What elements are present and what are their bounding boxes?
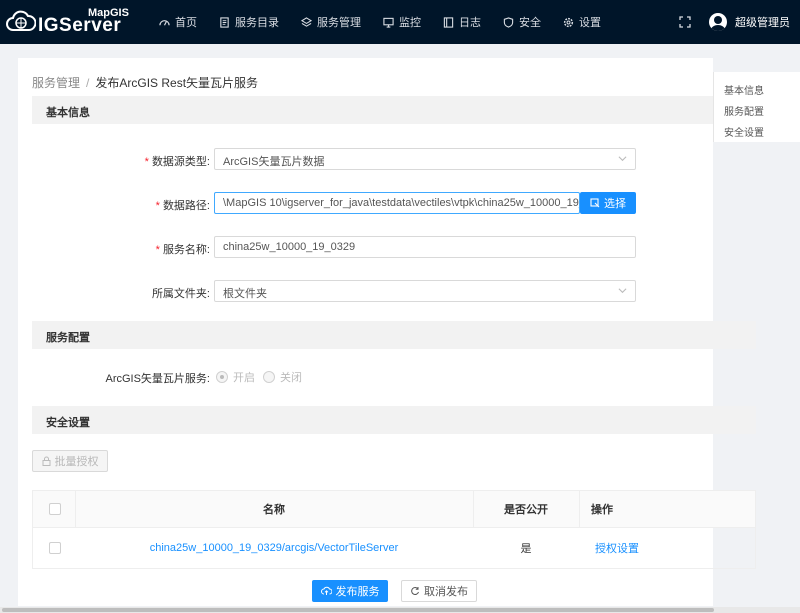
select-icon	[590, 198, 600, 208]
breadcrumb-current: 发布ArcGIS Rest矢量瓦片服务	[95, 76, 259, 90]
logo[interactable]: MapGIS IGServer	[6, 5, 136, 39]
top-navbar: MapGIS IGServer 首页 服务目录 服务管理 监控 日志 安全 设置…	[0, 0, 800, 44]
service-name-row: * 服务名称: china25w_10000_19_0329	[18, 236, 698, 258]
anchor-security[interactable]: 安全设置	[724, 124, 764, 139]
shield-icon	[503, 16, 514, 28]
cancel-publish-button[interactable]: 取消发布	[401, 580, 477, 602]
section-service-config: 服务配置	[32, 321, 756, 349]
data-path-row: * 数据路径: \MapGIS 10\igserver_for_java\test…	[18, 192, 698, 214]
username[interactable]: 超级管理员	[735, 14, 790, 30]
batch-authorize-button[interactable]: 批量授权	[32, 450, 108, 472]
breadcrumb-parent[interactable]: 服务管理	[32, 76, 80, 90]
log-icon	[443, 16, 454, 28]
horizontal-scrollbar[interactable]	[0, 607, 800, 613]
col-name: 名称	[263, 504, 285, 516]
col-actions: 操作	[591, 504, 613, 516]
nav-item-service-management[interactable]: 服务管理	[290, 0, 372, 44]
cloud-globe-icon	[6, 10, 36, 31]
nav-item-label: 首页	[175, 17, 197, 29]
nav-item-label: 设置	[579, 17, 601, 29]
table-row: china25w_10000_19_0329/arcgis/VectorTile…	[33, 528, 755, 568]
nav-item-label: 服务管理	[317, 17, 361, 29]
main-nav: 首页 服务目录 服务管理 监控 日志 安全 设置	[148, 0, 612, 44]
lock-icon	[42, 456, 50, 466]
breadcrumb: 服务管理 / 发布ArcGIS Rest矢量瓦片服务	[32, 74, 258, 91]
nav-item-home[interactable]: 首页	[148, 0, 208, 44]
folder-row: 所属文件夹: 根文件夹	[18, 280, 698, 302]
anchor-nav: 基本信息 服务配置 安全设置	[713, 72, 800, 142]
breadcrumb-separator: /	[86, 76, 90, 90]
table-header: 名称 是否公开 操作	[33, 491, 755, 528]
select-path-button[interactable]: 选择	[580, 192, 636, 214]
nav-item-label: 安全	[519, 17, 541, 29]
authorize-settings-link[interactable]: 授权设置	[595, 528, 639, 568]
source-type-select[interactable]: ArcGIS矢量瓦片数据	[214, 148, 636, 170]
fullscreen-icon[interactable]	[679, 16, 691, 28]
chevron-down-icon	[618, 288, 627, 294]
service-name-input[interactable]: china25w_10000_19_0329	[214, 236, 636, 258]
anchor-service-config[interactable]: 服务配置	[724, 103, 764, 118]
section-security: 安全设置	[32, 406, 756, 434]
radio-dot	[216, 371, 228, 383]
source-type-label: * 数据源类型:	[144, 156, 210, 168]
chevron-down-icon	[618, 156, 627, 162]
radio-dot	[263, 371, 275, 383]
nav-item-settings[interactable]: 设置	[552, 0, 612, 44]
publish-button[interactable]: 发布服务	[312, 580, 388, 602]
layers-icon	[301, 16, 312, 27]
main-panel: 服务管理 / 发布ArcGIS Rest矢量瓦片服务 基本信息 * 数据源类型: Ar…	[18, 58, 756, 606]
nav-item-log[interactable]: 日志	[432, 0, 492, 44]
avatar[interactable]	[709, 13, 727, 31]
anchor-basic-info[interactable]: 基本信息	[724, 82, 764, 97]
nav-item-monitor[interactable]: 监控	[372, 0, 432, 44]
folder-select[interactable]: 根文件夹	[214, 280, 636, 302]
dashboard-icon	[159, 19, 170, 26]
nav-item-service-catalog[interactable]: 服务目录	[208, 0, 290, 44]
cancel-icon	[411, 587, 419, 596]
gear-icon	[563, 17, 574, 27]
security-table: 名称 是否公开 操作 china25w_10000_19_0329/arcgis…	[32, 490, 756, 569]
file-icon	[220, 16, 229, 28]
nav-item-label: 服务目录	[235, 17, 279, 29]
nav-item-security[interactable]: 安全	[492, 0, 552, 44]
data-path-label: * 数据路径:	[155, 200, 210, 212]
radio-enable[interactable]: 开启	[216, 369, 255, 385]
service-name-link[interactable]: china25w_10000_19_0329/arcgis/VectorTile…	[75, 528, 473, 568]
arcgis-vector-tile-service-row: ArcGIS矢量瓦片服务: 开启 关闭	[18, 368, 698, 386]
arcgis-vector-tile-service-label: ArcGIS矢量瓦片服务:	[105, 373, 210, 385]
nav-item-label: 日志	[459, 17, 481, 29]
public-value: 是	[520, 543, 532, 555]
row-checkbox[interactable]	[49, 542, 61, 554]
source-type-row: * 数据源类型: ArcGIS矢量瓦片数据	[18, 148, 698, 170]
nav-item-label: 监控	[399, 17, 421, 29]
radio-disable[interactable]: 关闭	[263, 369, 302, 385]
select-all-checkbox[interactable]	[49, 503, 61, 515]
cloud-upload-icon	[320, 586, 332, 595]
service-name-label: * 服务名称:	[155, 244, 210, 256]
scrollbar-thumb[interactable]	[2, 608, 714, 612]
user-area: 超级管理员	[679, 0, 790, 44]
brand-title: IGServer	[38, 15, 122, 36]
folder-label: 所属文件夹:	[151, 288, 210, 300]
col-public: 是否公开	[504, 504, 548, 516]
data-path-input[interactable]: \MapGIS 10\igserver_for_java\testdata\ve…	[214, 192, 580, 214]
section-basic-info: 基本信息	[32, 96, 756, 124]
monitor-icon	[383, 17, 394, 28]
